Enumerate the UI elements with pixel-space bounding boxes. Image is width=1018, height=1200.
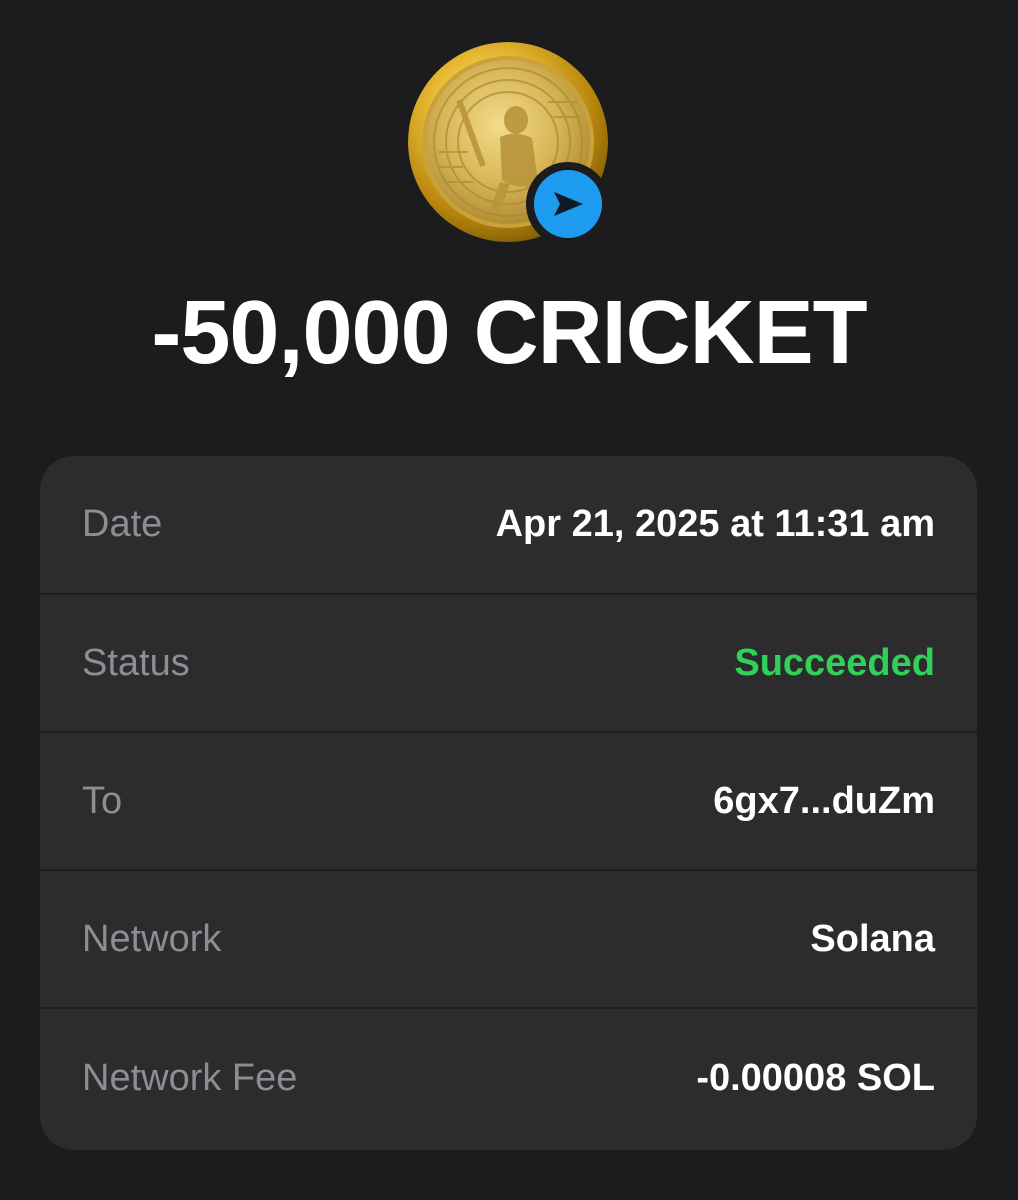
detail-row-to[interactable]: To 6gx7...duZm bbox=[40, 733, 977, 871]
recipient-address[interactable]: 6gx7...duZm bbox=[713, 780, 935, 823]
to-label: To bbox=[82, 779, 123, 822]
transaction-amount: -50,000 CRICKET bbox=[151, 283, 867, 383]
status-value: Succeeded bbox=[734, 641, 935, 684]
network-label: Network bbox=[82, 917, 222, 960]
date-value: Apr 21, 2025 at 11:31 am bbox=[495, 503, 935, 545]
detail-row-date: Date Apr 21, 2025 at 11:31 am bbox=[40, 456, 977, 595]
detail-row-status: Status Succeeded bbox=[40, 595, 977, 733]
status-label: Status bbox=[82, 641, 190, 684]
network-fee-label: Network Fee bbox=[82, 1056, 298, 1099]
send-badge bbox=[526, 162, 610, 246]
transaction-details-card: Date Apr 21, 2025 at 11:31 am Status Suc… bbox=[40, 456, 977, 1150]
date-label: Date bbox=[82, 503, 163, 545]
detail-row-network-fee: Network Fee -0.00008 SOL bbox=[40, 1009, 977, 1147]
network-value: Solana bbox=[810, 917, 935, 960]
detail-row-network: Network Solana bbox=[40, 871, 977, 1009]
send-arrow-icon bbox=[534, 170, 602, 238]
network-fee-value: -0.00008 SOL bbox=[696, 1056, 935, 1099]
token-icon-group bbox=[408, 42, 612, 246]
